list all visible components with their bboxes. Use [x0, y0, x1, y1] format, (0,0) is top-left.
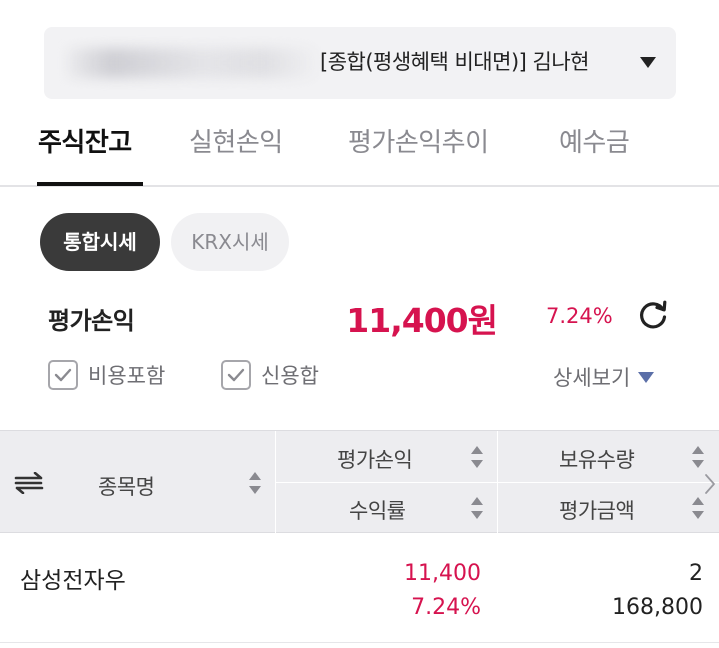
checkbox-box	[48, 360, 78, 390]
table-row[interactable]: 삼성전자우 11,400 7.24% 2 168,800	[0, 533, 719, 643]
integrated-price-button[interactable]: 통합시세	[40, 213, 160, 271]
header-holding-qty[interactable]: 보유수량	[559, 444, 635, 474]
credit-sum-label: 신용합	[261, 364, 319, 388]
table-header: 종목명 평가손익 수익률 보유수량 평가금액	[0, 430, 719, 534]
include-fees-checkbox[interactable]: 비용포함	[48, 358, 165, 392]
sort-icon[interactable]	[692, 497, 704, 519]
row-return-rate: 7.24%	[411, 595, 481, 620]
refresh-icon[interactable]	[636, 298, 670, 332]
sort-icon[interactable]	[249, 472, 261, 494]
sort-icon[interactable]	[471, 446, 483, 468]
account-name: [종합(평생혜택 비대면)] 김나현	[320, 50, 589, 74]
stock-name: 삼성전자우	[20, 568, 126, 594]
sort-icon[interactable]	[471, 497, 483, 519]
tab-pnl-trend[interactable]: 평가손익추이	[348, 122, 489, 159]
header-return-rate[interactable]: 수익률	[349, 495, 406, 525]
tab-realized-pnl[interactable]: 실현손익	[189, 122, 283, 159]
sort-icon[interactable]	[692, 446, 704, 468]
row-eval-pnl: 11,400	[404, 561, 481, 586]
summary-rate: 7.24%	[546, 304, 613, 328]
krx-price-button[interactable]: KRX시세	[171, 213, 289, 271]
header-eval-pnl[interactable]: 평가손익	[337, 444, 413, 474]
summary-label: 평가손익	[48, 307, 135, 335]
chevron-right-icon[interactable]	[704, 473, 716, 495]
caret-down-icon	[640, 57, 656, 68]
active-tab-indicator	[37, 182, 143, 186]
tab-bar: 주식잔고 실현손익 평가손익추이 예수금	[0, 100, 719, 187]
checkbox-box	[221, 360, 251, 390]
summary-amount: 11,400원	[346, 301, 498, 340]
detail-view-label: 상세보기	[553, 366, 631, 390]
detail-view-toggle[interactable]: 상세보기	[553, 362, 655, 392]
triangle-down-icon	[638, 371, 655, 383]
tab-stock-balance[interactable]: 주식잔고	[38, 122, 132, 159]
header-stock-name[interactable]: 종목명	[98, 471, 155, 501]
tab-deposit[interactable]: 예수금	[559, 122, 630, 159]
row-eval-amount: 168,800	[612, 595, 703, 620]
include-fees-label: 비용포함	[88, 364, 166, 388]
header-eval-amount[interactable]: 평가금액	[559, 495, 635, 525]
row-holding-qty: 2	[689, 561, 703, 586]
credit-sum-checkbox[interactable]: 신용합	[221, 358, 319, 392]
account-selector[interactable]: [종합(평생혜택 비대면)] 김나현	[44, 27, 676, 99]
masked-account-number	[66, 48, 318, 78]
column-swap-icon[interactable]	[14, 472, 44, 494]
